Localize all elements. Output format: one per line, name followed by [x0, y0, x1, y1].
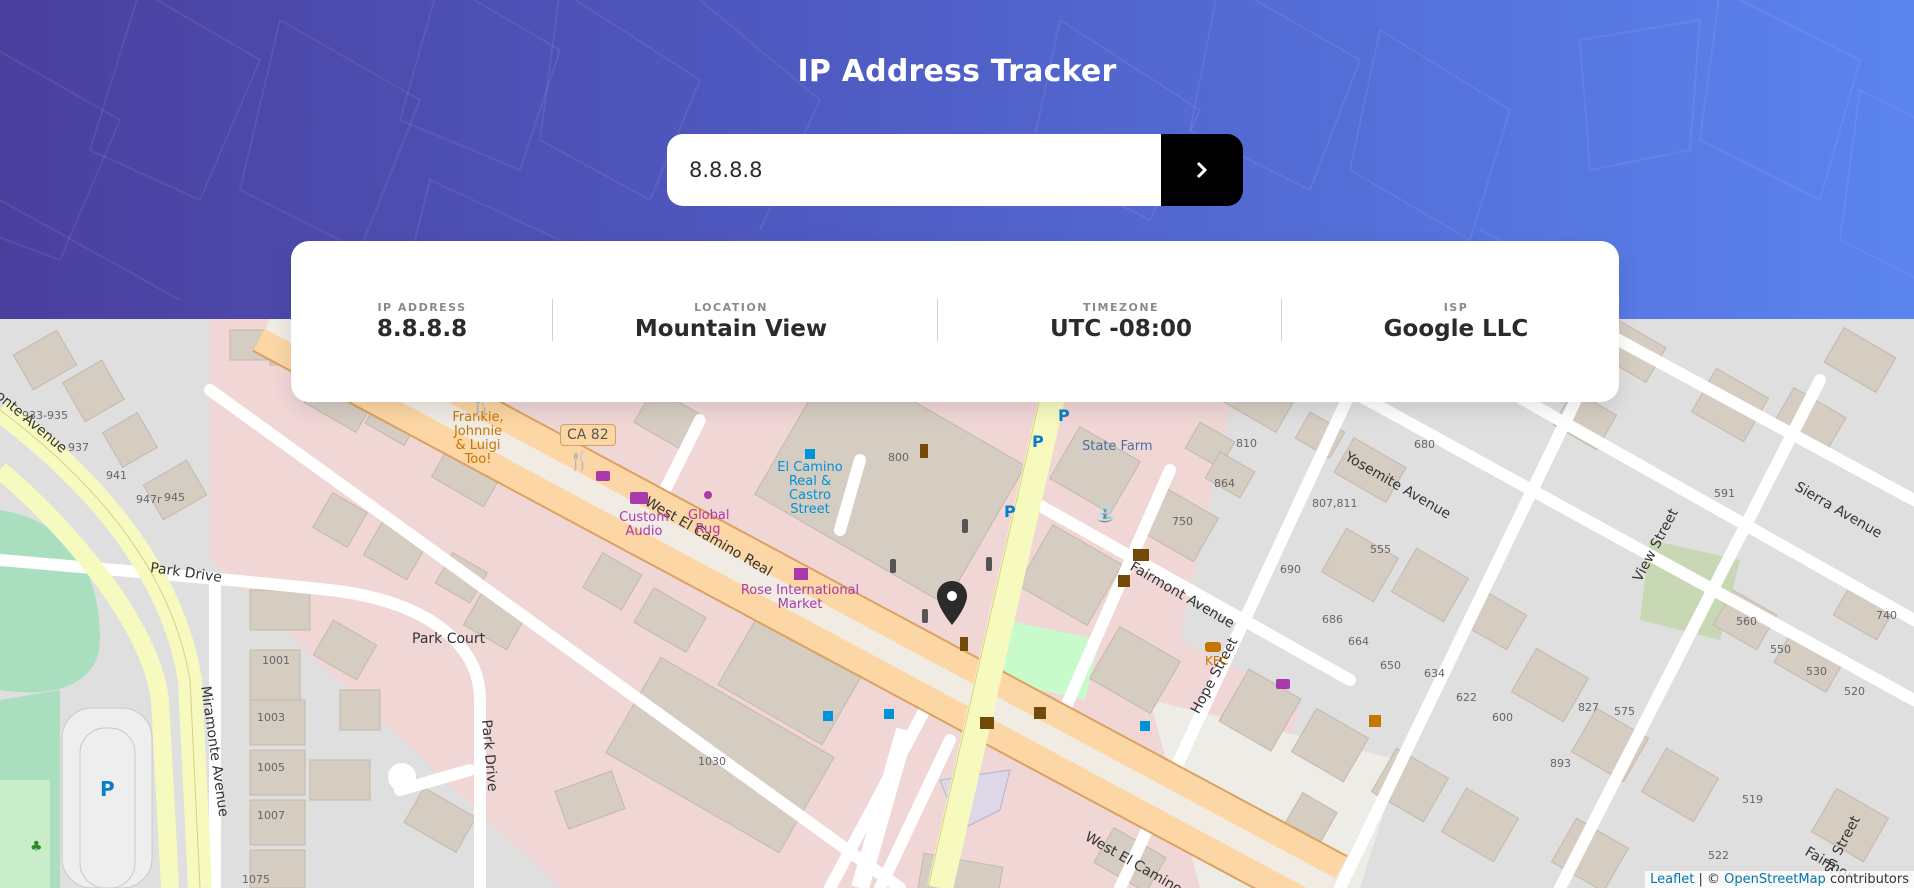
search-submit-button[interactable]: [1161, 134, 1243, 206]
car-icon: [596, 471, 610, 481]
divider: [937, 299, 938, 341]
timezone-stat: TIMEZONE UTC -08:00: [951, 301, 1291, 342]
playground-icon: ♣: [30, 839, 43, 855]
divider: [552, 299, 553, 341]
restaurant-icon: 🍴: [568, 450, 590, 472]
hourglass-icon: [920, 444, 928, 458]
svg-text:P: P: [1032, 432, 1044, 451]
shop-cart-icon: [794, 568, 808, 580]
ip-search-form: [667, 134, 1243, 206]
location-label: LOCATION: [694, 301, 768, 314]
fountain-icon: ⛲: [1095, 504, 1115, 523]
bus-stop-icon: [1140, 721, 1150, 731]
ip-address-stat: IP ADDRESS 8.8.8.8: [311, 301, 533, 342]
map-attribution: Leaflet | © OpenStreetMap contributors: [1645, 871, 1914, 888]
isp-label: ISP: [1443, 301, 1469, 314]
svg-text:P: P: [1004, 502, 1016, 521]
cinema-icon: [1133, 549, 1149, 561]
atm-icon: [1034, 707, 1046, 719]
fast-food-icon: [1369, 715, 1381, 727]
osm-link[interactable]: OpenStreetMap: [1724, 872, 1826, 887]
leaflet-link[interactable]: Leaflet: [1650, 872, 1694, 887]
ip-address-label: IP ADDRESS: [377, 301, 467, 314]
isp-value: Google LLC: [1383, 316, 1529, 342]
shop-icon: [704, 491, 712, 499]
car-icon: [1276, 679, 1290, 689]
svg-text:P: P: [1058, 406, 1070, 425]
timezone-label: TIMEZONE: [1082, 301, 1160, 314]
bus-stop-icon: [884, 709, 894, 719]
bus-stop-icon: [823, 711, 833, 721]
map-view[interactable]: CA 82 West El Camino Real West El Camino…: [0, 319, 1914, 888]
location-stat: LOCATION Mountain View: [571, 301, 891, 342]
attribution-separator: | ©: [1694, 872, 1725, 887]
svg-text:P: P: [100, 777, 115, 801]
atm-icon: [1118, 575, 1130, 587]
hourglass-icon: [960, 637, 968, 651]
shop-icon: [630, 492, 648, 504]
attribution-contributors: contributors: [1825, 872, 1909, 887]
fast-food-icon: [1205, 642, 1221, 652]
parking-icon: P: [100, 777, 115, 801]
ip-search-input[interactable]: [667, 134, 1161, 206]
location-value: Mountain View: [634, 316, 828, 342]
page-title: IP Address Tracker: [797, 54, 1117, 89]
ip-address-value: 8.8.8.8: [376, 316, 468, 342]
svg-text:🍴: 🍴: [568, 450, 590, 472]
bus-stop-icon: [805, 449, 815, 459]
parking-icon: P: [1004, 502, 1016, 521]
chevron-right-icon: [1196, 161, 1208, 179]
timezone-value: UTC -08:00: [1049, 316, 1192, 342]
parking-icon: P: [1058, 406, 1070, 425]
atm-icon: [980, 717, 994, 729]
parking-icon: P: [1032, 432, 1044, 451]
isp-stat: ISP Google LLC: [1301, 301, 1611, 342]
map-pin-icon[interactable]: [936, 580, 968, 626]
divider: [1281, 299, 1282, 341]
ip-info-card: IP ADDRESS 8.8.8.8 LOCATION Mountain Vie…: [291, 241, 1619, 402]
